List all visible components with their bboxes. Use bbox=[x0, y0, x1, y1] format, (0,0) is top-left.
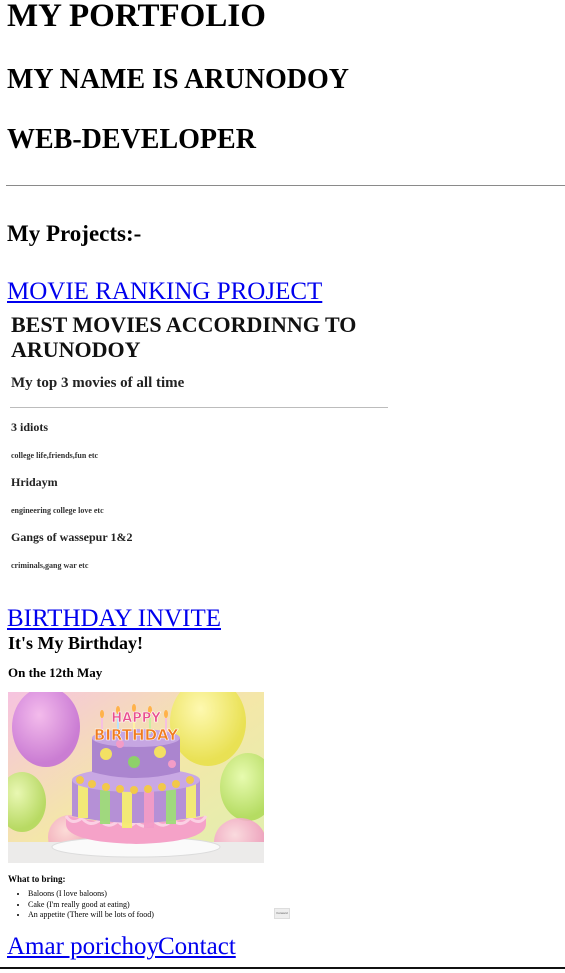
movie-desc: engineering college love etc bbox=[11, 506, 104, 515]
birthday-invite-preview: It's My Birthday! On the 12th May HAPPY … bbox=[6, 632, 290, 930]
birthday-preview-title: It's My Birthday! bbox=[8, 633, 143, 653]
movie-desc: college life,friends,fun etc bbox=[11, 451, 99, 460]
footer-divider bbox=[0, 967, 565, 969]
movie-name: Hridaym bbox=[11, 475, 58, 489]
cake-topper-birthday: BIRTHDAY bbox=[94, 726, 179, 744]
cake-topper-happy: HAPPY bbox=[111, 711, 161, 726]
divider bbox=[6, 185, 565, 186]
movie-project-link[interactable]: MOVIE RANKING PROJECT bbox=[7, 278, 322, 306]
name-heading: MY NAME IS ARUNODOY bbox=[7, 64, 349, 95]
list-item: Cake (I'm really good at eating) bbox=[28, 900, 154, 911]
list-item: An appetite (There will be lots of food) bbox=[28, 910, 154, 921]
forward-button[interactable]: Forward bbox=[274, 908, 290, 919]
contact-link[interactable]: Contact bbox=[158, 933, 236, 961]
movie-preview-title: BEST MOVIES ACCORDINNG TO ARUNODOY bbox=[11, 312, 357, 362]
birthday-invite-link[interactable]: BIRTHDAY INVITE bbox=[7, 605, 221, 633]
birthday-preview-date: On the 12th May bbox=[8, 665, 103, 680]
page-title: MY PORTFOLIO bbox=[7, 0, 266, 34]
birthday-cake-image: HAPPY BIRTHDAY bbox=[8, 692, 264, 863]
projects-heading: My Projects:- bbox=[7, 221, 142, 246]
list-item: Baloons (I love baloons) bbox=[28, 889, 154, 900]
movie-name: 3 idiots bbox=[11, 420, 49, 434]
birthday-bring-list: Baloons (I love baloons) Cake (I'm reall… bbox=[10, 889, 154, 921]
movie-desc: criminals,gang war etc bbox=[11, 561, 89, 570]
movie-name: Gangs of wassepur 1&2 bbox=[11, 530, 133, 544]
movie-project-preview: BEST MOVIES ACCORDINNG TO ARUNODOY My to… bbox=[6, 306, 396, 584]
role-heading: WEB-DEVELOPER bbox=[7, 124, 256, 155]
movie-preview-subtitle: My top 3 movies of all time bbox=[11, 375, 185, 391]
about-me-link[interactable]: Amar porichoy bbox=[7, 933, 159, 961]
movie-preview-divider bbox=[10, 407, 388, 408]
birthday-bring-heading: What to bring: bbox=[8, 874, 66, 884]
